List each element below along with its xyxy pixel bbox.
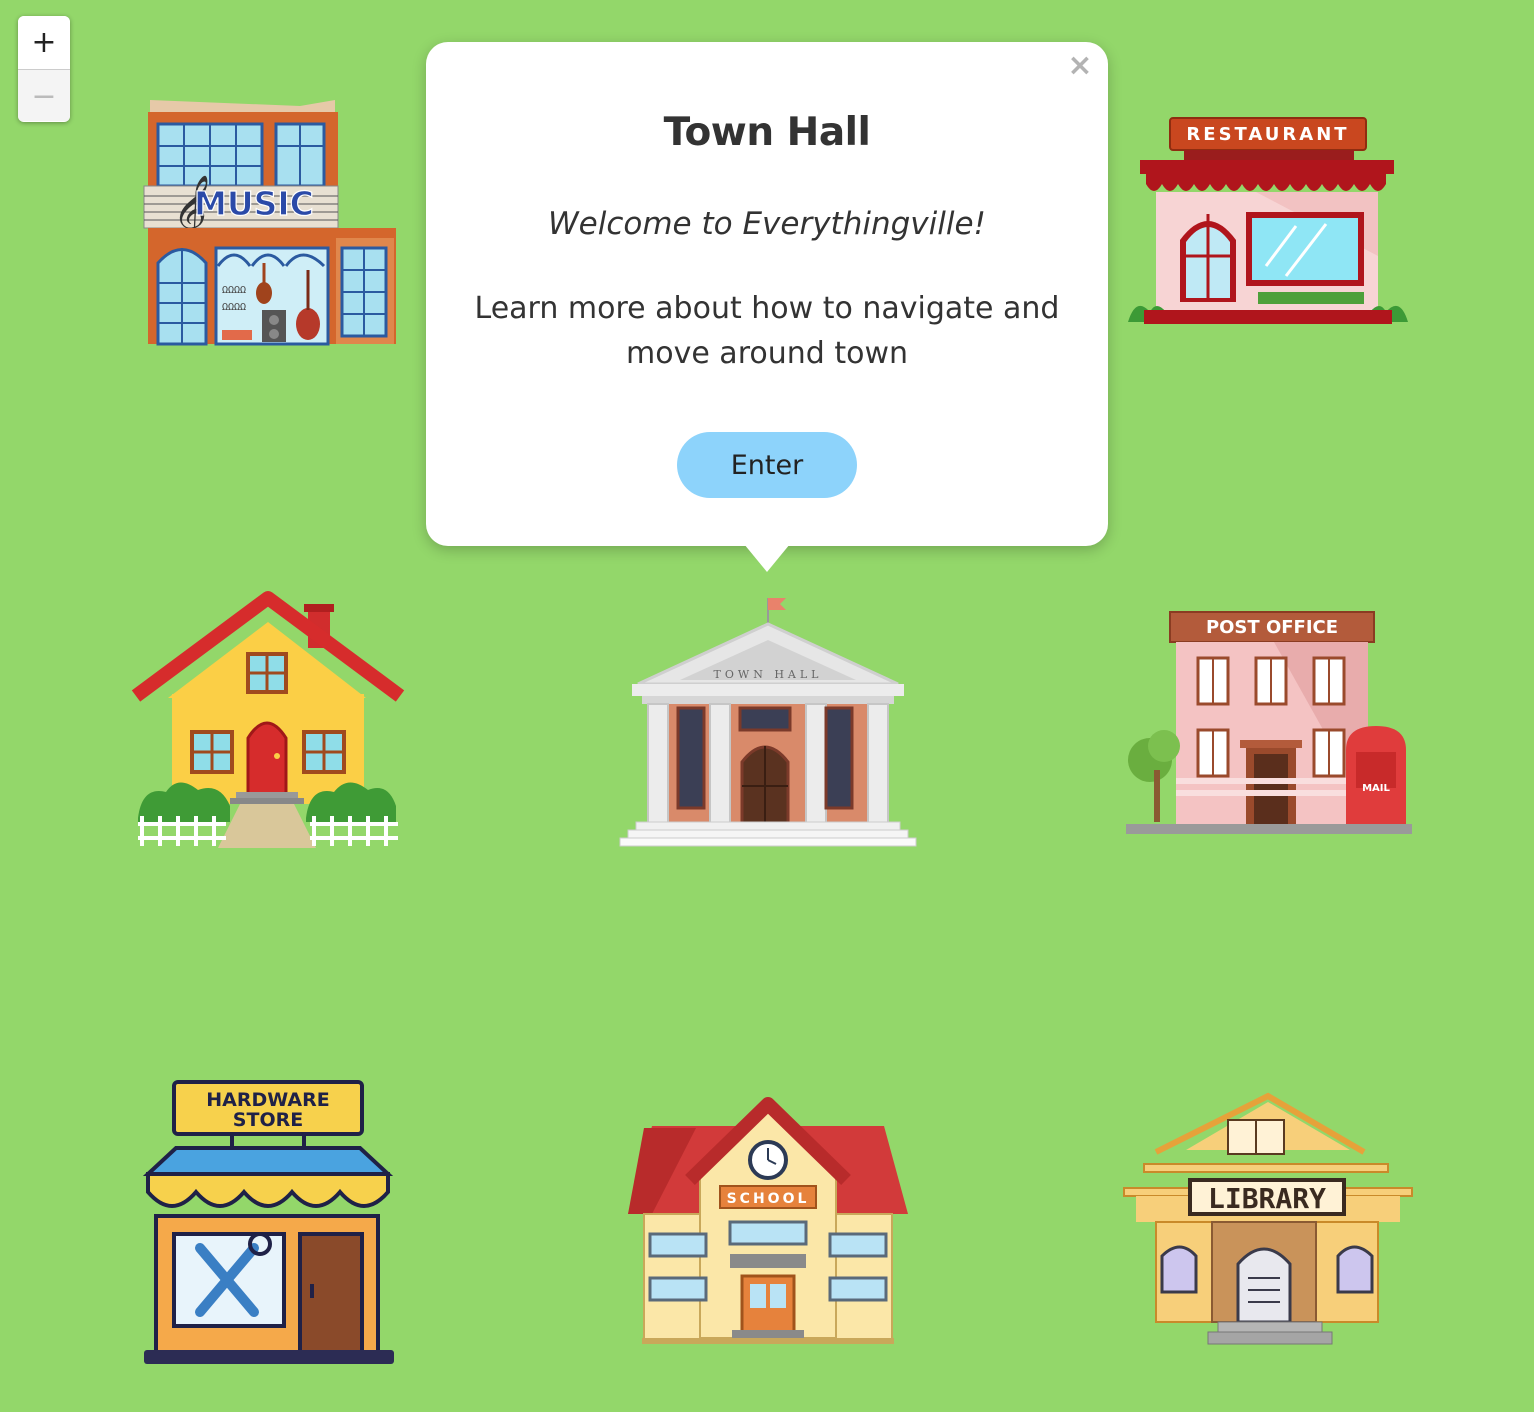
- popup-welcome-text: Welcome to Everythingville!: [548, 206, 986, 242]
- town-hall-building[interactable]: TOWN HALL: [618, 596, 918, 848]
- zoom-out-button[interactable]: −: [18, 69, 70, 121]
- close-icon[interactable]: ×: [1066, 50, 1094, 82]
- school-building[interactable]: SCHOOL: [626, 1097, 910, 1348]
- popup-description: Learn more about how to navigate and mov…: [474, 291, 1060, 371]
- zoom-in-button[interactable]: +: [18, 16, 70, 69]
- popup-title: Town Hall: [663, 110, 871, 155]
- restaurant-sign-label: RESTAURANT: [1186, 124, 1349, 145]
- post-office-sign-label: POST OFFICE: [1206, 617, 1338, 638]
- music-store-building[interactable]: 𝄞 MUSIC ΩΩΩΩ ΩΩΩΩ: [140, 98, 398, 348]
- hardware-sign-line2: STORE: [233, 1109, 303, 1131]
- house-building[interactable]: [131, 591, 405, 848]
- svg-text:ΩΩΩΩ: ΩΩΩΩ: [222, 302, 246, 313]
- svg-text:ΩΩΩΩ: ΩΩΩΩ: [222, 285, 246, 296]
- hardware-sign-line1: HARDWARE: [206, 1089, 329, 1111]
- hardware-store-building[interactable]: HARDWARE STORE: [142, 1080, 398, 1366]
- music-sign-label: MUSIC: [194, 184, 314, 223]
- town-hall-sign-label: TOWN HALL: [714, 668, 823, 681]
- school-sign-label: SCHOOL: [727, 1191, 810, 1207]
- zoom-control: + −: [18, 16, 70, 122]
- post-office-building[interactable]: POST OFFICE MAIL: [1124, 610, 1414, 836]
- restaurant-building[interactable]: RESTAURANT: [1126, 116, 1410, 328]
- library-building[interactable]: LIBRARY: [1122, 1092, 1414, 1352]
- library-sign-label: LIBRARY: [1208, 1182, 1326, 1215]
- enter-button[interactable]: Enter: [677, 432, 857, 498]
- popup-pointer: [744, 544, 790, 572]
- town-hall-popup: × Town Hall Welcome to Everythingville! …: [426, 42, 1108, 546]
- mail-sign-label: MAIL: [1362, 783, 1390, 794]
